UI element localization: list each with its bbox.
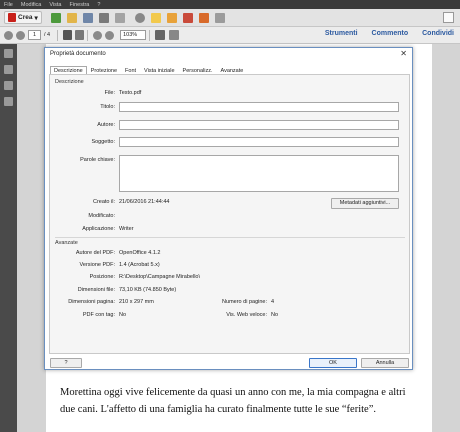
divider: [87, 29, 89, 41]
advanced-group: Avanzate Autore del PDF: OpenOffice 4.1.…: [55, 237, 405, 352]
zoom-select[interactable]: 103%: [120, 30, 147, 40]
create-pdf-icon: [8, 13, 16, 22]
keywords-field[interactable]: [119, 155, 399, 192]
expand-icon[interactable]: [443, 12, 454, 23]
create-label: Crea: [18, 14, 33, 21]
ok-button[interactable]: OK: [309, 358, 357, 368]
open-folder-icon[interactable]: [66, 12, 77, 23]
help-button[interactable]: ?: [50, 358, 82, 368]
menu-file[interactable]: File: [4, 2, 13, 8]
zoom-out-icon[interactable]: [93, 30, 103, 40]
bookmarks-icon[interactable]: [4, 65, 13, 74]
dialog-title: Proprietà documento: [50, 51, 106, 57]
section-title: Avanzate: [55, 240, 78, 246]
fit-page-icon[interactable]: [155, 30, 166, 40]
attachments-icon[interactable]: [4, 81, 13, 90]
page-number-input[interactable]: 1: [28, 30, 41, 40]
menu-edit[interactable]: Modifica: [21, 2, 41, 8]
document-properties-dialog: Proprietà documento ✕ Descrizione Protez…: [44, 47, 413, 370]
menu-help[interactable]: ?: [97, 2, 100, 8]
create-button[interactable]: Crea ▾: [4, 11, 42, 24]
signatures-icon[interactable]: [4, 97, 13, 106]
attach-icon[interactable]: [214, 12, 225, 23]
page-size-label: Dimensioni pagina:: [68, 299, 115, 305]
subject-label: Soggetto:: [91, 139, 115, 145]
additional-metadata-button[interactable]: Metadati aggiuntivi...: [331, 198, 399, 209]
fit-width-icon[interactable]: [169, 30, 180, 40]
file-size-label: Dimensioni file:: [77, 287, 115, 293]
tagged-pdf-value: No: [119, 312, 127, 318]
print-icon[interactable]: [98, 12, 109, 23]
page-count-label: Numero di pagine:: [222, 299, 267, 305]
comment-icon[interactable]: [150, 12, 161, 23]
close-icon[interactable]: ✕: [400, 49, 407, 58]
tools-link[interactable]: Strumenti: [325, 30, 358, 37]
convert-icon[interactable]: [50, 12, 61, 23]
cancel-button[interactable]: Annulla: [361, 358, 409, 368]
navigation-toolbar: 1 / 4 103% Strumenti Commento Condividi: [0, 27, 460, 44]
title-field[interactable]: [119, 102, 399, 112]
menu-view[interactable]: Vista: [49, 2, 61, 8]
pdf-version-label: Versione PDF:: [79, 262, 115, 268]
section-title: Descrizione: [55, 79, 84, 85]
left-sidebar: [0, 44, 17, 432]
created-label: Creato il:: [92, 199, 115, 205]
divider: [57, 29, 59, 41]
fast-web-view-value: No: [271, 312, 279, 318]
fast-web-view-label: Vis. Web veloce:: [226, 312, 267, 318]
email-icon[interactable]: [114, 12, 125, 23]
location-value: R:\Desktop\Campagne Mirabello\: [119, 274, 201, 280]
subject-field[interactable]: [119, 137, 399, 147]
created-value: 21/06/2016 21:44:44: [119, 199, 170, 205]
thumbnails-icon[interactable]: [4, 49, 13, 58]
tagged-pdf-label: PDF con tag:: [82, 312, 115, 318]
page-size-value: 210 x 297 mm: [119, 299, 154, 305]
author-field[interactable]: [119, 120, 399, 130]
application-value: Writer: [119, 226, 134, 232]
file-label: File:: [104, 90, 115, 96]
location-label: Posizione:: [89, 274, 115, 280]
zoom-in-icon[interactable]: [105, 30, 115, 40]
highlight-icon[interactable]: [166, 12, 177, 23]
menu-bar: File Modifica Vista Finestra ?: [0, 0, 460, 9]
description-panel: Descrizione File: Testo.pdf Titolo: Auto…: [49, 74, 410, 354]
next-page-icon[interactable]: [16, 30, 25, 40]
page-body-text: Morettina oggi vive felicemente da quasi…: [60, 387, 406, 415]
title-label: Titolo:: [100, 104, 115, 110]
page-total-label: / 4: [44, 32, 51, 38]
select-cursor-icon[interactable]: [63, 30, 73, 40]
menu-window[interactable]: Finestra: [70, 2, 90, 8]
keywords-label: Parole chiave:: [80, 157, 115, 163]
file-value: Testo.pdf: [119, 90, 142, 96]
right-pane-links: Strumenti Commento Condividi: [325, 30, 454, 37]
author-label: Autore:: [97, 122, 115, 128]
share-link[interactable]: Condividi: [422, 30, 454, 37]
sign-icon[interactable]: [198, 12, 209, 23]
main-toolbar: Crea ▾: [0, 9, 460, 27]
pdf-author-value: OpenOffice 4.1.2: [119, 250, 161, 256]
previous-page-icon[interactable]: [4, 30, 13, 40]
page-count-value: 4: [271, 299, 275, 305]
save-icon[interactable]: [82, 12, 93, 23]
pdf-version-value: 1.4 (Acrobat 5.x): [119, 262, 160, 268]
stamp-icon[interactable]: [182, 12, 193, 23]
description-group: Descrizione File: Testo.pdf Titolo: Auto…: [55, 77, 405, 237]
hand-tool-icon[interactable]: [75, 30, 85, 40]
pdf-author-label: Autore del PDF:: [75, 250, 115, 256]
modified-label: Modificato:: [88, 213, 115, 219]
file-size-value: 73,10 KB (74.850 Byte): [119, 287, 177, 293]
settings-gear-icon[interactable]: [134, 12, 145, 23]
divider: [149, 29, 151, 41]
comment-link[interactable]: Commento: [372, 30, 409, 37]
chevron-down-icon: ▾: [34, 14, 38, 22]
application-label: Applicazione:: [82, 226, 115, 232]
